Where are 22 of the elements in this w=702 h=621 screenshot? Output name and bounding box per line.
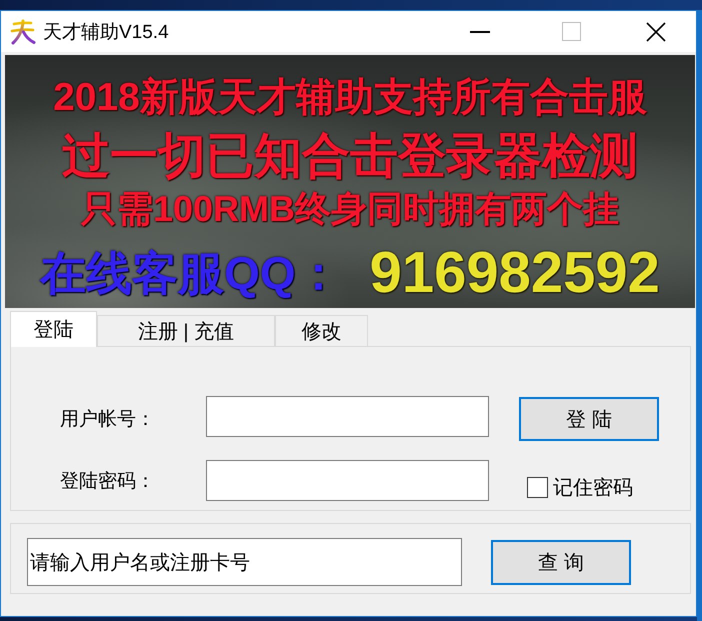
banner-headline: 2018新版天才辅助支持所有合击服 — [53, 76, 647, 120]
account-field[interactable] — [206, 396, 489, 437]
password-label: 登陆密码： — [60, 470, 156, 494]
remember-password-label[interactable]: 记住密码 — [553, 474, 633, 501]
app-logo-icon — [9, 18, 36, 45]
contact-number: 916982592 — [370, 243, 660, 303]
tab[interactable]: 注册 | 充值 — [97, 315, 275, 346]
contact-label: 在线客服QQ： — [40, 246, 342, 301]
banner-headline: 只需100RMB终身同时拥有两个挂 — [80, 189, 620, 229]
minimize-icon — [470, 30, 490, 32]
close-icon — [646, 22, 666, 42]
window-title: 天才辅助V15.4 — [43, 20, 169, 44]
maximize-icon — [562, 22, 580, 41]
query-field[interactable]: 请输入用户名或注册卡号 — [27, 538, 462, 586]
account-label: 用户帐号： — [60, 408, 156, 432]
password-field[interactable] — [206, 460, 489, 501]
checkbox[interactable] — [527, 477, 548, 498]
query-button[interactable]: 查 询 — [491, 540, 631, 585]
banner-headline: 过一切已知合击登录器检测 — [62, 130, 638, 184]
login-button[interactable]: 登 陆 — [519, 397, 659, 441]
tab[interactable]: 登陆 — [10, 311, 97, 347]
tab[interactable]: 修改 — [275, 315, 368, 346]
